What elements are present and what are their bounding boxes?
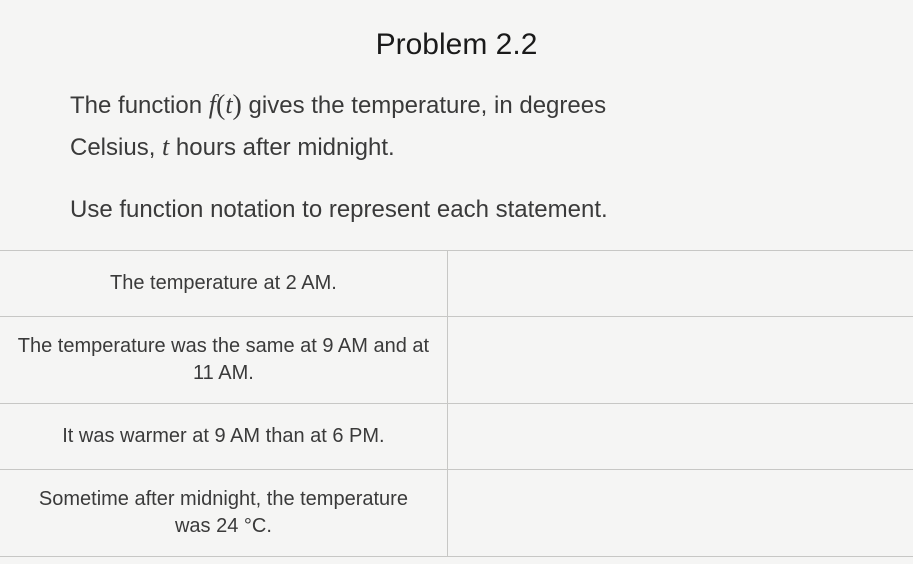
table-row: The temperature was the same at 9 AM and… xyxy=(0,316,913,403)
intro-text-1b: gives the temperature, in degrees xyxy=(242,92,606,119)
prompt-text-line1: Sometime after midnight, the temperature xyxy=(12,486,435,513)
table-row: The temperature at 2 AM. xyxy=(0,250,913,316)
intro-text-1a: The function xyxy=(70,92,209,119)
prompt-cell: The temperature at 2 AM. xyxy=(0,250,447,316)
answer-cell[interactable] xyxy=(447,469,913,556)
problem-intro: The function f(t) gives the temperature,… xyxy=(0,84,913,168)
table-row: It was warmer at 9 AM than at 6 PM. xyxy=(0,403,913,469)
prompt-cell: Sometime after midnight, the temperature… xyxy=(0,469,447,556)
problem-title: Problem 2.2 xyxy=(0,28,913,62)
paren-open: ( xyxy=(216,90,225,121)
answer-cell[interactable] xyxy=(447,316,913,403)
math-f-of-t: f(t) xyxy=(209,90,242,119)
answer-cell[interactable] xyxy=(447,403,913,469)
prompt-text: The temperature was the same at 9 AM and… xyxy=(12,333,435,387)
intro-text-2a: Celsius, xyxy=(70,134,162,161)
paren-close: ) xyxy=(233,90,242,121)
answer-table: The temperature at 2 AM. The temperature… xyxy=(0,250,913,557)
math-t: t xyxy=(225,90,232,119)
table-row: Sometime after midnight, the temperature… xyxy=(0,469,913,556)
instruction-text: Use function notation to represent each … xyxy=(0,196,913,224)
math-f: f xyxy=(209,90,216,119)
prompt-text-line2: was 24 °C. xyxy=(12,513,435,540)
prompt-cell: It was warmer at 9 AM than at 6 PM. xyxy=(0,403,447,469)
prompt-cell: The temperature was the same at 9 AM and… xyxy=(0,316,447,403)
problem-container: Problem 2.2 The function f(t) gives the … xyxy=(0,0,913,557)
answer-cell[interactable] xyxy=(447,250,913,316)
intro-text-2b: hours after midnight. xyxy=(169,134,394,161)
